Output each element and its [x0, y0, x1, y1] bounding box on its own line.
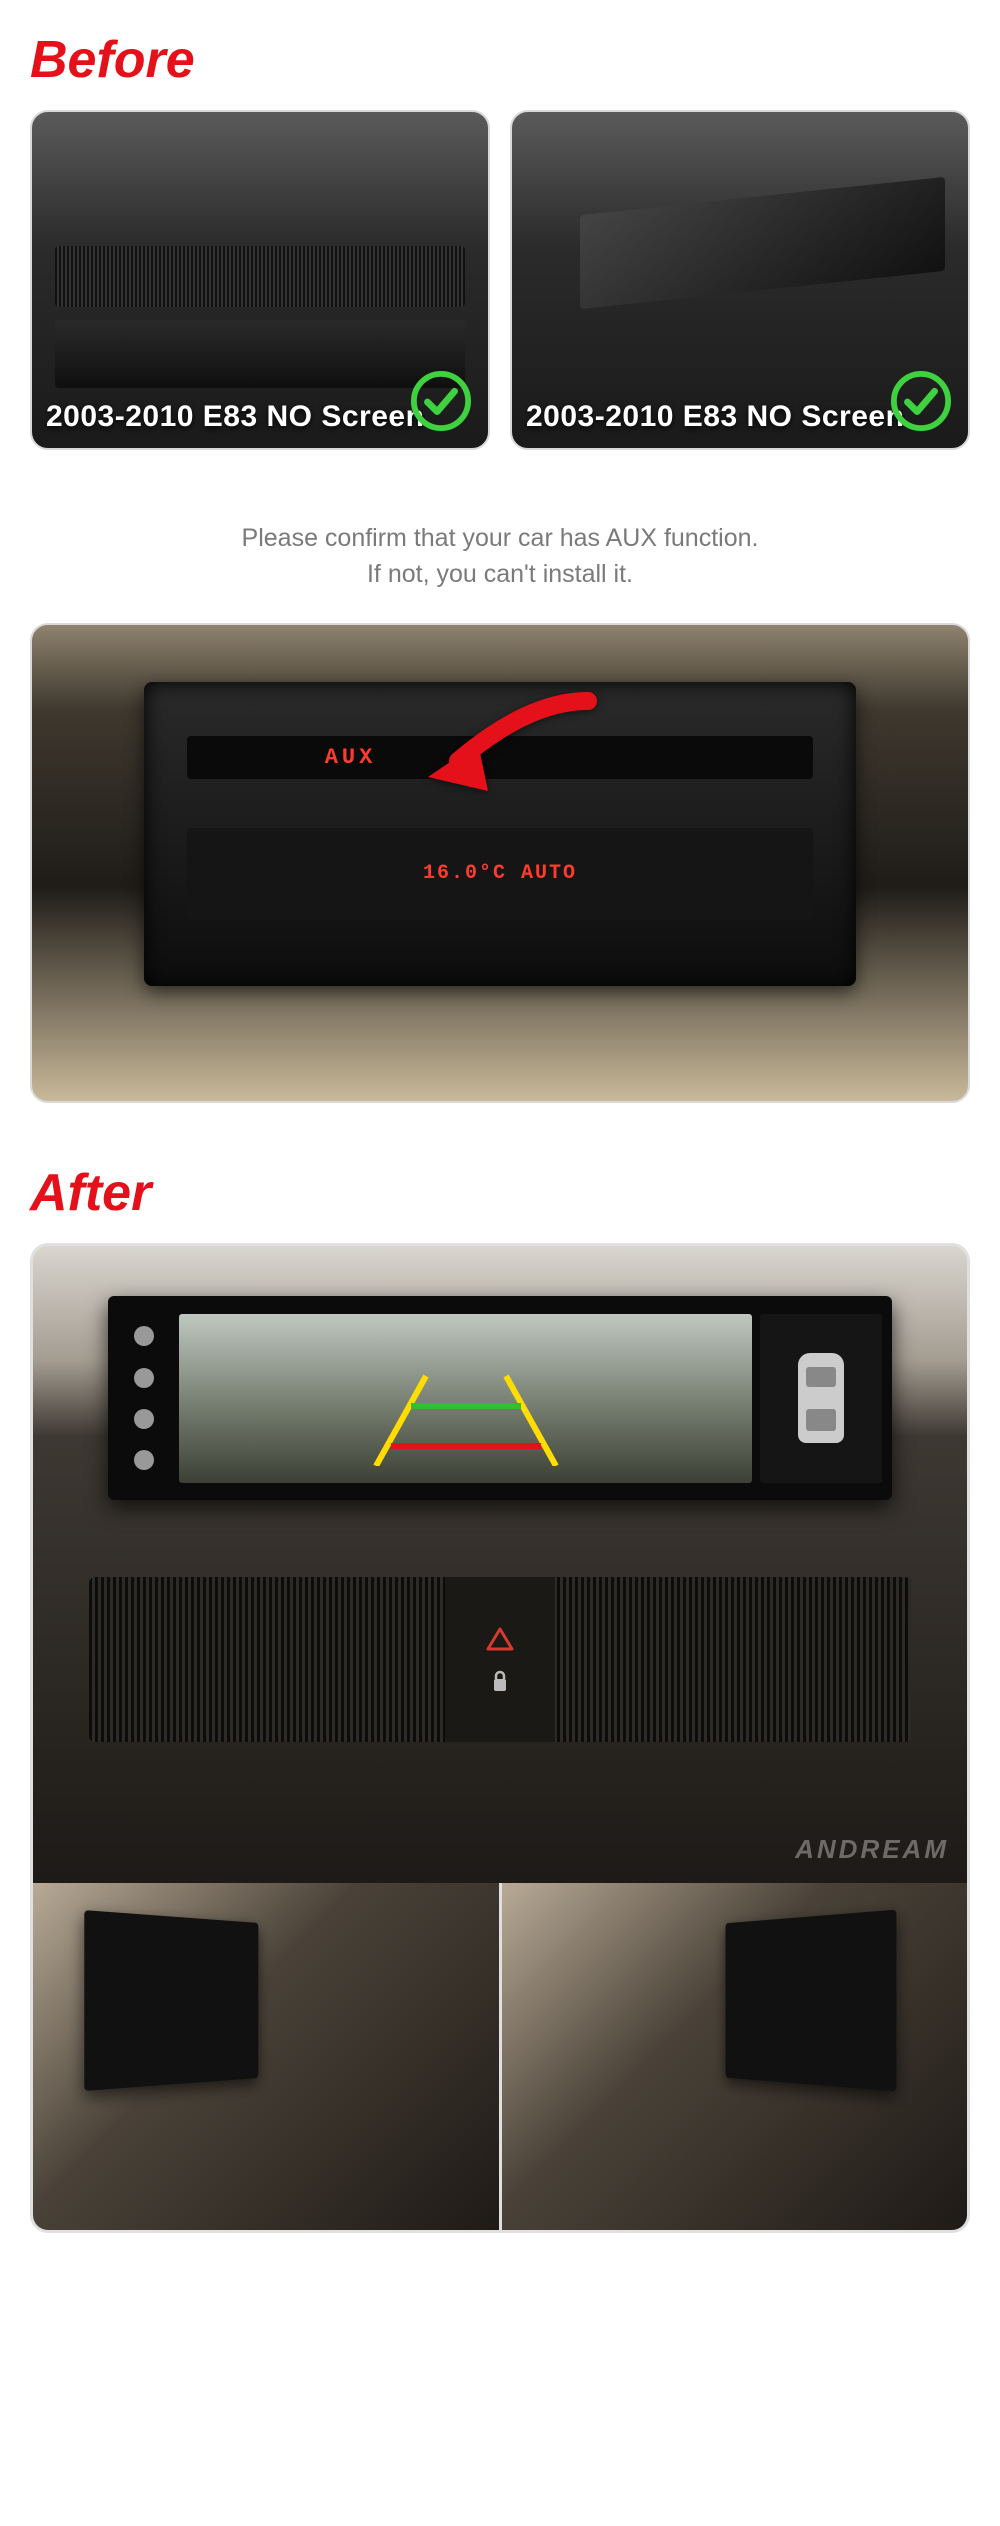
side-icon: [134, 1450, 154, 1470]
aux-display-text: AUX: [325, 745, 377, 770]
after-main-photo: ANDREAM: [30, 1243, 970, 1883]
side-icon: [134, 1409, 154, 1429]
before-card-2: 2003-2010 E83 NO Screen: [510, 110, 970, 450]
screen-side-icons: [118, 1316, 172, 1481]
after-heading: After: [30, 1103, 970, 1243]
before-row: 2003-2010 E83 NO Screen 2003-2010 E83 NO…: [30, 110, 970, 450]
car-outline-icon: [798, 1353, 844, 1443]
dash-tray-graphic: [580, 177, 945, 309]
disclaimer-line-2: If not, you can't install it.: [30, 556, 970, 592]
reverse-camera-view: [179, 1314, 752, 1483]
climate-panel-graphic: 16.0°C AUTO: [187, 828, 813, 919]
installed-screen-graphic: [108, 1296, 893, 1500]
dash-radio-graphic: [55, 320, 465, 387]
after-detail-row: [30, 1883, 970, 2233]
dash-vents-graphic: [55, 246, 465, 306]
aux-disclaimer: Please confirm that your car has AUX fun…: [30, 450, 970, 623]
after-detail-right: [499, 1883, 968, 2230]
check-icon: [890, 370, 952, 432]
watermark-text: ANDREAM: [795, 1834, 949, 1865]
lock-icon: [486, 1669, 514, 1693]
disclaimer-line-1: Please confirm that your car has AUX fun…: [30, 520, 970, 556]
after-detail-left: [33, 1883, 499, 2230]
before-card-1-caption: 2003-2010 E83 NO Screen: [46, 400, 424, 434]
parking-sensor-panel: [760, 1314, 882, 1483]
check-icon: [410, 370, 472, 432]
angled-screen-graphic: [726, 1910, 896, 2091]
parking-guidelines-icon: [356, 1366, 576, 1466]
angled-screen-graphic: [84, 1910, 258, 2090]
before-heading: Before: [30, 0, 970, 110]
before-card-2-caption: 2003-2010 E83 NO Screen: [526, 400, 904, 434]
arrow-icon: [388, 691, 608, 811]
side-icon: [134, 1326, 154, 1346]
center-button-cluster: [445, 1577, 555, 1743]
side-icon: [134, 1368, 154, 1388]
hazard-icon: [486, 1627, 514, 1651]
climate-temp-text: 16.0°C AUTO: [423, 862, 577, 885]
aux-photo: AUX 16.0°C AUTO: [30, 623, 970, 1103]
before-card-1: 2003-2010 E83 NO Screen: [30, 110, 490, 450]
